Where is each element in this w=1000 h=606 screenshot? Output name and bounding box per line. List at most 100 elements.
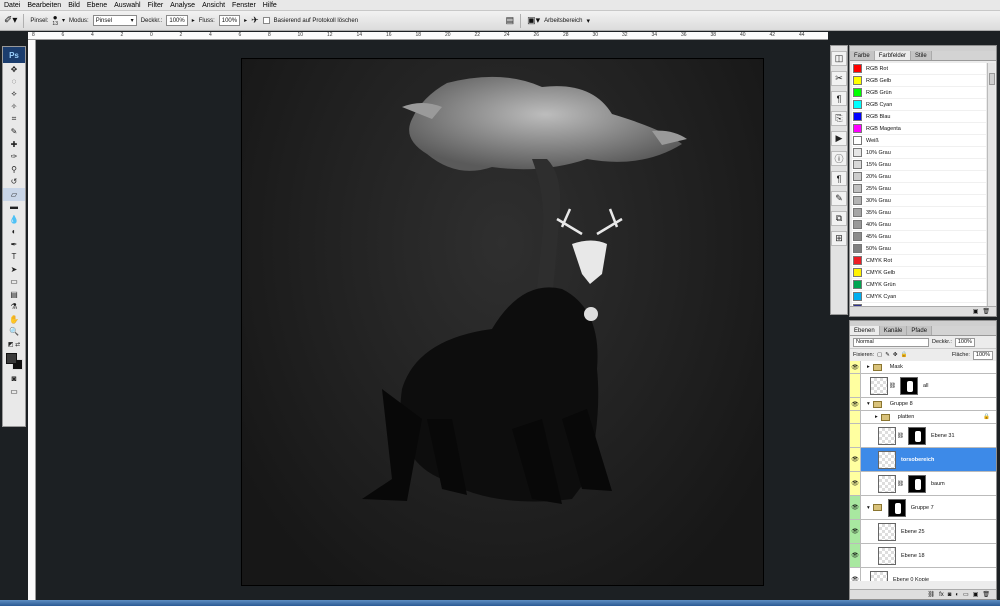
eye-icon[interactable]: 👁 (850, 361, 861, 373)
eye-icon[interactable]: 👁 (850, 496, 861, 519)
path-selection-icon[interactable]: ➤ (3, 263, 25, 276)
fill-input[interactable]: 100% (972, 350, 993, 360)
lock-paint-icon[interactable]: ✎ (885, 352, 890, 358)
blend-mode-select[interactable]: Normal (853, 337, 929, 347)
tab-ebenen[interactable]: Ebenen (850, 326, 880, 335)
history-brush-icon[interactable]: ↺ (3, 176, 25, 189)
layer-thumbnail[interactable] (870, 570, 888, 581)
swatch-item[interactable]: 30% Grau (852, 195, 986, 207)
visibility-toggle[interactable] (850, 411, 861, 423)
brush-picker[interactable]: ● 13 (52, 13, 58, 27)
layer-thumbnail[interactable] (878, 546, 896, 565)
layer-thumbnail[interactable] (878, 522, 896, 541)
menu-hilfe[interactable]: Hilfe (263, 2, 277, 9)
eye-icon[interactable]: 👁 (850, 398, 861, 410)
menu-bearbeiten[interactable]: Bearbeiten (27, 2, 61, 9)
workspace-label[interactable]: Arbeitsbereich (544, 18, 582, 24)
swatch-item[interactable]: Weiß (852, 135, 986, 147)
swatch-item[interactable]: CMYK Grün (852, 279, 986, 291)
menu-ansicht[interactable]: Ansicht (202, 2, 225, 9)
layer-row[interactable]: 👁 Ebene 18 (850, 544, 996, 568)
eye-icon[interactable]: 👁 (850, 520, 861, 543)
opacity-input[interactable]: 100% (166, 15, 188, 26)
swatch-item[interactable]: 25% Grau (852, 183, 986, 195)
color-swatches[interactable] (3, 351, 25, 373)
swatch-item[interactable]: RGB Cyan (852, 99, 986, 111)
hand-tool-icon[interactable]: ✋ (3, 313, 25, 326)
delete-swatch-icon[interactable]: 🗑 (982, 308, 990, 315)
layer-row[interactable]: 👁 ▾ Gruppe 7 (850, 496, 996, 520)
tab-farbe[interactable]: Farbe (850, 51, 875, 60)
chevron-down-icon[interactable]: ▾ (62, 17, 65, 24)
paragraph-icon[interactable]: ¶ (831, 171, 847, 186)
notes-tool-icon[interactable]: ▤ (3, 288, 25, 301)
new-swatch-icon[interactable]: ▣ (973, 308, 979, 315)
history-icon[interactable]: ⎘ (831, 111, 847, 126)
lock-all-icon[interactable]: 🔒 (901, 352, 908, 358)
tab-farbfelder[interactable]: Farbfelder (874, 51, 912, 60)
layer-style-icon[interactable]: fx (939, 592, 944, 598)
chain-link-icon[interactable]: ⛓ (897, 481, 904, 487)
actions-icon[interactable]: ▶ (831, 131, 847, 146)
chevron-down-icon[interactable]: ▾ (867, 505, 870, 511)
blur-tool-icon[interactable]: 💧 (3, 213, 25, 226)
flow-input[interactable]: 100% (218, 15, 241, 26)
move-tool-icon[interactable]: ✥ (3, 63, 25, 76)
mode-select[interactable]: Pinsel ▾ (92, 15, 137, 26)
menu-fenster[interactable]: Fenster (232, 2, 256, 9)
chain-link-icon[interactable]: ⛓ (897, 433, 904, 439)
layer-row[interactable]: 👁 torsobereich (850, 448, 996, 472)
mask-thumbnail[interactable] (907, 426, 926, 445)
swatch-item[interactable]: 10% Grau (852, 147, 986, 159)
clone-source-icon[interactable]: ⧉ (831, 211, 847, 226)
dodge-tool-icon[interactable]: ◐ (3, 226, 25, 239)
swatch-item[interactable]: CMYK Rot (852, 255, 986, 267)
link-layers-icon[interactable]: ⛓ (927, 591, 935, 598)
navigator-icon[interactable]: ◫ (831, 51, 847, 66)
airbrush-icon[interactable]: ✈ (251, 15, 259, 26)
mask-thumbnail[interactable] (899, 376, 918, 395)
chevron-down-icon[interactable]: ▾ (586, 17, 590, 25)
shape-tool-icon[interactable]: ▭ (3, 276, 25, 289)
document-canvas[interactable] (241, 58, 764, 586)
eye-icon[interactable]: 👁 (850, 568, 861, 581)
type-tool-icon[interactable]: T (3, 251, 25, 264)
chain-link-icon[interactable]: ⛓ (889, 383, 896, 389)
swatch-item[interactable]: RGB Blau (852, 111, 986, 123)
zoom-tool-icon[interactable]: 🔍 (3, 326, 25, 339)
eraser-tool-icon[interactable]: ▱ (3, 188, 25, 201)
tools-preset-icon[interactable]: ✂ (831, 71, 847, 86)
swatch-item[interactable]: 40% Grau (852, 219, 986, 231)
add-mask-icon[interactable]: ◙ (948, 592, 952, 598)
polygon-lasso-icon[interactable]: ⟡ (3, 88, 25, 101)
layer-row[interactable]: 👁 ▾ Gruppe 8 (850, 398, 996, 411)
new-layer-icon[interactable]: ▣ (973, 591, 979, 598)
clone-stamp-icon[interactable]: ⚲ (3, 163, 25, 176)
swatch-item[interactable]: RGB Rot (852, 63, 986, 75)
eye-icon[interactable]: 👁 (850, 448, 861, 471)
layer-row[interactable]: ▸ platten 🔒 (850, 411, 996, 424)
magic-wand-icon[interactable]: ✧ (3, 101, 25, 114)
swatch-item[interactable]: CMYK Cyan (852, 291, 986, 303)
brush-presets-icon[interactable]: ✎ (831, 191, 847, 206)
menu-auswahl[interactable]: Auswahl (114, 2, 140, 9)
opacity-arrow-icon[interactable]: ▸ (192, 17, 195, 24)
menu-datei[interactable]: Datei (4, 2, 20, 9)
tab-pfade[interactable]: Pfade (907, 326, 933, 335)
eraser-tool-preset-icon[interactable]: ✐▾ (4, 15, 17, 26)
layer-thumbnail[interactable] (878, 474, 896, 493)
lock-move-icon[interactable]: ✥ (893, 352, 898, 358)
screen-mode-icon[interactable]: ▭ (3, 385, 25, 398)
scroll-thumb[interactable] (989, 73, 995, 85)
eyedropper-icon[interactable]: ✎ (3, 126, 25, 139)
menu-ebene[interactable]: Ebene (87, 2, 107, 9)
healing-brush-icon[interactable]: ✚ (3, 138, 25, 151)
layer-row[interactable]: ⛓ Ebene 31 (850, 424, 996, 448)
swatch-item[interactable]: RGB Gelb (852, 75, 986, 87)
quick-mask-icon[interactable]: ◙ (3, 373, 25, 386)
menu-bild[interactable]: Bild (68, 2, 80, 9)
swatch-item[interactable]: 15% Grau (852, 159, 986, 171)
crop-tool-icon[interactable]: ⌗ (3, 113, 25, 126)
chevron-right-icon[interactable]: ▸ (875, 414, 878, 420)
layer-opacity-input[interactable]: 100% (954, 337, 975, 347)
